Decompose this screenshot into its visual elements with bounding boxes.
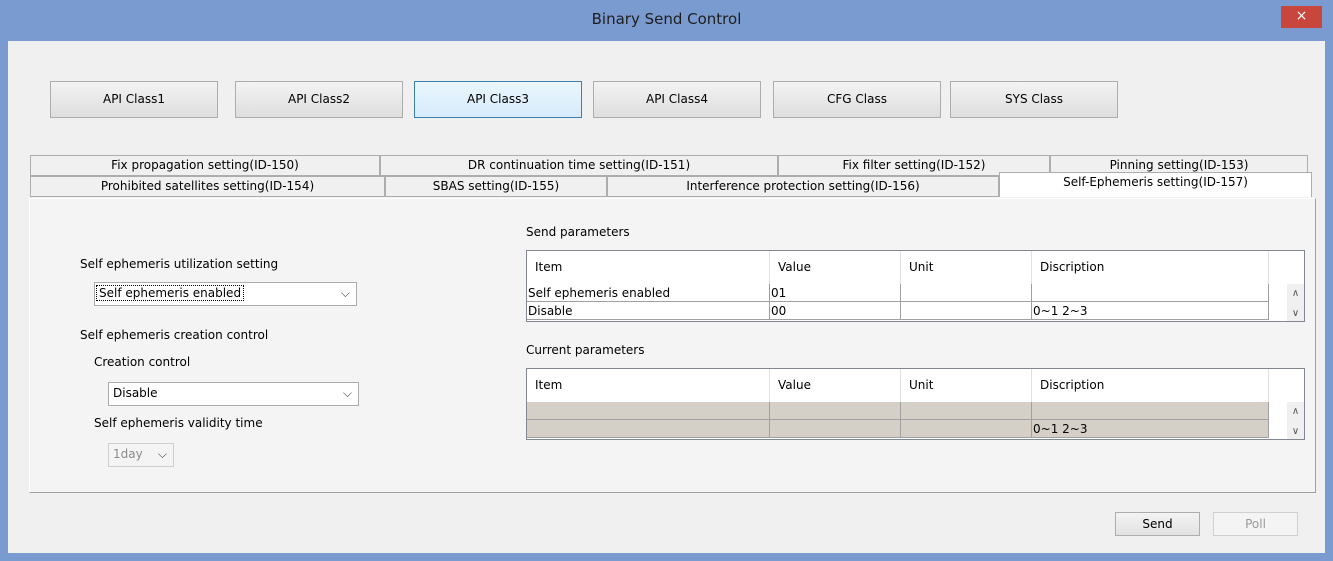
chevron-down-icon: ⌵	[340, 286, 350, 300]
value-cell[interactable]: 01	[770, 284, 901, 302]
validity-select: 1day ⌵	[108, 443, 174, 467]
current-parameters-grid[interactable]: Item Value Unit Discription 0~1 2~3 ∧ ∨	[526, 368, 1305, 440]
client-area: API Class1 API Class2 API Class3 API Cla…	[8, 41, 1325, 553]
unit-cell[interactable]	[901, 284, 1032, 302]
item-cell[interactable]: Self ephemeris enabled	[527, 284, 770, 302]
unit-cell	[901, 420, 1032, 438]
chevron-down-icon: ⌵	[342, 386, 352, 400]
window: Binary Send Control × API Class1 API Cla…	[0, 0, 1333, 561]
vertical-scrollbar[interactable]: ∧ ∨	[1287, 284, 1304, 321]
send-parameters-title: Send parameters	[526, 225, 630, 239]
scroll-up-icon[interactable]: ∧	[1287, 406, 1304, 417]
sys-class-button[interactable]: SYS Class	[950, 81, 1118, 118]
api-class4-button[interactable]: API Class4	[593, 81, 761, 118]
value-cell[interactable]: 00	[770, 302, 901, 320]
tab-prohibited-satellites[interactable]: Prohibited satellites setting(ID-154)	[30, 176, 385, 197]
value-cell	[770, 420, 901, 438]
tab-fix-propagation[interactable]: Fix propagation setting(ID-150)	[30, 155, 380, 176]
description-cell	[1032, 402, 1269, 420]
column-header[interactable]: Value	[770, 251, 901, 284]
column-header[interactable]: Value	[770, 369, 901, 402]
column-header[interactable]: Discription	[1032, 251, 1269, 284]
validity-label: Self ephemeris validity time	[94, 416, 263, 430]
creation-control-label: Creation control	[94, 355, 191, 369]
tab-interference-protection[interactable]: Interference protection setting(ID-156)	[607, 176, 999, 197]
item-cell[interactable]: Disable	[527, 302, 770, 320]
utilization-label: Self ephemeris utilization setting	[80, 257, 279, 271]
api-class3-button[interactable]: API Class3	[414, 81, 582, 118]
utilization-value: Self ephemeris enabled	[95, 285, 245, 301]
creation-control-select[interactable]: Disable ⌵	[108, 382, 359, 406]
current-parameters-title: Current parameters	[526, 343, 645, 357]
close-icon[interactable]: ×	[1281, 6, 1322, 28]
tab-panel: Self ephemeris utilization setting Self …	[29, 198, 1316, 493]
title-bar[interactable]: Binary Send Control ×	[0, 0, 1333, 40]
api-class2-button[interactable]: API Class2	[235, 81, 403, 118]
column-header[interactable]: Discription	[1032, 369, 1269, 402]
description-cell[interactable]: 0~1 2~3	[1032, 302, 1269, 320]
item-cell	[527, 420, 770, 438]
creation-control-value: Disable	[113, 386, 158, 400]
column-header[interactable]: Unit	[901, 369, 1032, 402]
column-header[interactable]: Item	[527, 251, 770, 284]
send-button[interactable]: Send	[1115, 512, 1200, 536]
vertical-scrollbar[interactable]: ∧ ∨	[1287, 402, 1304, 439]
column-header[interactable]: Item	[527, 369, 770, 402]
tab-self-ephemeris[interactable]: Self-Ephemeris setting(ID-157)	[999, 172, 1312, 197]
validity-value: 1day	[113, 447, 143, 461]
window-title: Binary Send Control	[591, 10, 742, 28]
api-class1-button[interactable]: API Class1	[50, 81, 218, 118]
tab-sbas[interactable]: SBAS setting(ID-155)	[385, 176, 607, 197]
tab-dr-continuation[interactable]: DR continuation time setting(ID-151)	[380, 155, 778, 176]
poll-button: Poll	[1213, 512, 1298, 536]
scroll-up-icon[interactable]: ∧	[1287, 288, 1304, 299]
description-cell[interactable]	[1032, 284, 1269, 302]
description-cell: 0~1 2~3	[1032, 420, 1269, 438]
chevron-down-icon: ⌵	[157, 447, 167, 461]
send-parameters-grid[interactable]: Item Value Unit Discription Self ephemer…	[526, 250, 1305, 322]
utilization-select[interactable]: Self ephemeris enabled ⌵	[94, 282, 357, 306]
scroll-down-icon[interactable]: ∨	[1287, 308, 1304, 319]
unit-cell[interactable]	[901, 302, 1032, 320]
unit-cell	[901, 402, 1032, 420]
scroll-down-icon[interactable]: ∨	[1287, 426, 1304, 437]
cfg-class-button[interactable]: CFG Class	[773, 81, 941, 118]
value-cell	[770, 402, 901, 420]
item-cell	[527, 402, 770, 420]
creation-section-label: Self ephemeris creation control	[80, 328, 269, 342]
column-header[interactable]: Unit	[901, 251, 1032, 284]
